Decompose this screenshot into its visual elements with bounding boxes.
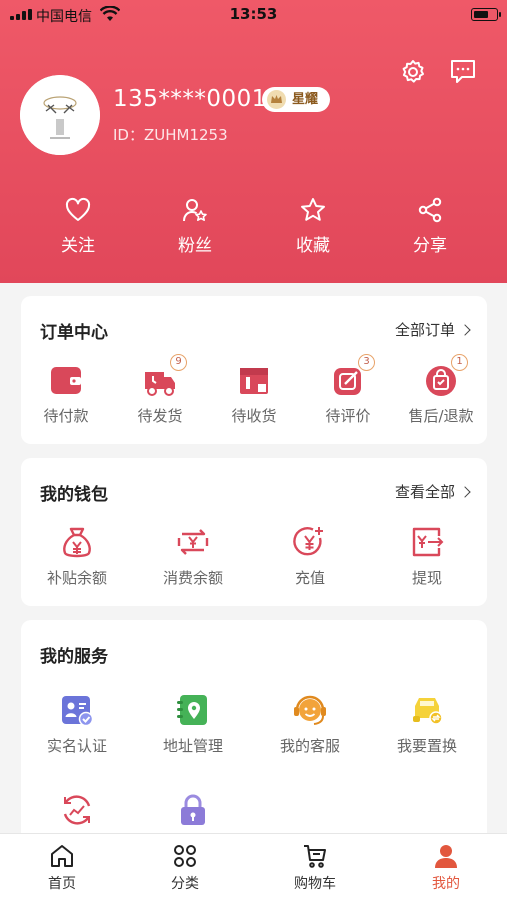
wallet-withdraw[interactable]: 提现 xyxy=(377,524,477,588)
money-bag-icon xyxy=(63,527,91,558)
tab-home[interactable]: 首页 xyxy=(22,843,102,893)
avatar[interactable] xyxy=(20,75,100,155)
status-bar: 中国电信 13:53 xyxy=(0,0,507,28)
crown-icon xyxy=(267,90,286,109)
all-orders-link[interactable]: 全部订单 xyxy=(395,319,471,340)
wallet-recharge[interactable]: 充值 xyxy=(260,524,360,588)
recharge-icon xyxy=(293,527,323,556)
wallet-subsidy-balance[interactable]: 补贴余额 xyxy=(27,524,127,588)
category-grid-icon xyxy=(174,845,196,867)
profile-icon xyxy=(435,845,457,868)
order-count-badge: 1 xyxy=(451,354,468,371)
wallet-card: 我的钱包 查看全部 补贴余额 消费余额 充值 提现 xyxy=(21,458,487,606)
tab-profile[interactable]: 我的 xyxy=(406,843,486,893)
order-count-badge: 3 xyxy=(358,354,375,371)
user-phone: 135****0001 xyxy=(113,86,267,112)
quick-link-follow[interactable]: 关注 xyxy=(38,196,118,256)
lock-icon xyxy=(181,794,205,825)
battery-icon xyxy=(471,8,501,21)
avatar-logo-icon xyxy=(20,75,100,155)
chevron-right-icon xyxy=(459,486,471,498)
cart-icon xyxy=(304,845,326,868)
order-pending-shipment[interactable]: 9 待发货 xyxy=(110,354,210,426)
service-item-6[interactable] xyxy=(143,792,243,828)
service-real-name-verify[interactable]: 实名认证 xyxy=(27,692,127,756)
service-item-5[interactable] xyxy=(27,792,127,828)
order-after-sale[interactable]: 1 售后/退款 xyxy=(391,354,491,426)
message-icon[interactable] xyxy=(449,58,477,86)
quick-link-fans[interactable]: 粉丝 xyxy=(155,196,235,256)
chevron-right-icon xyxy=(459,324,471,336)
order-center-title: 订单中心 xyxy=(40,323,108,343)
id-verify-icon xyxy=(62,696,94,727)
refresh-chart-icon xyxy=(63,795,91,825)
order-pending-review[interactable]: 3 待评价 xyxy=(298,354,398,426)
quick-link-favorites[interactable]: 收藏 xyxy=(273,196,353,256)
order-count-badge: 9 xyxy=(170,354,187,371)
service-car-swap[interactable]: 我要置换 xyxy=(377,692,477,756)
heart-icon xyxy=(65,197,91,221)
home-icon xyxy=(51,845,73,867)
wallet-consumption-balance[interactable]: 消费余额 xyxy=(143,524,243,588)
wallet-icon xyxy=(51,367,81,394)
order-pending-receipt[interactable]: 待收货 xyxy=(204,362,304,426)
wallet-title: 我的钱包 xyxy=(40,485,108,505)
car-swap-icon xyxy=(413,698,443,725)
settings-gear-icon[interactable] xyxy=(399,58,427,86)
view-all-wallet-link[interactable]: 查看全部 xyxy=(395,481,471,502)
clock: 13:53 xyxy=(229,5,278,23)
profile-header: 中国电信 13:53 135****0001 星耀 ID：ZUHM1253 关注… xyxy=(0,0,507,283)
customer-service-icon xyxy=(294,695,326,725)
bottom-tab-bar: 首页 分类 购物车 我的 xyxy=(0,833,507,900)
fans-icon xyxy=(183,199,207,222)
service-customer-service[interactable]: 我的客服 xyxy=(260,692,360,756)
tab-category[interactable]: 分类 xyxy=(145,843,225,893)
service-address-management[interactable]: 地址管理 xyxy=(143,692,243,756)
share-icon xyxy=(418,197,442,223)
exchange-yuan-icon xyxy=(177,529,209,555)
order-pending-payment[interactable]: 待付款 xyxy=(16,362,116,426)
vip-level-badge[interactable]: 星耀 xyxy=(262,87,331,112)
star-icon xyxy=(301,198,325,221)
package-icon xyxy=(240,368,268,394)
quick-links: 关注 粉丝 收藏 分享 xyxy=(0,196,507,266)
tab-cart[interactable]: 购物车 xyxy=(275,843,355,893)
services-card: 我的服务 实名认证 地址管理 我的客服 我要置换 xyxy=(21,620,487,845)
user-id: ID：ZUHM1253 xyxy=(113,126,228,144)
vip-label: 星耀 xyxy=(292,92,319,107)
services-title: 我的服务 xyxy=(40,647,108,667)
address-book-icon xyxy=(177,695,207,725)
order-center-card: 订单中心 全部订单 待付款 9 待发货 待收货 3 待评价 1 售后/退款 xyxy=(21,296,487,444)
quick-link-share[interactable]: 分享 xyxy=(390,196,470,256)
withdraw-icon xyxy=(412,527,444,557)
